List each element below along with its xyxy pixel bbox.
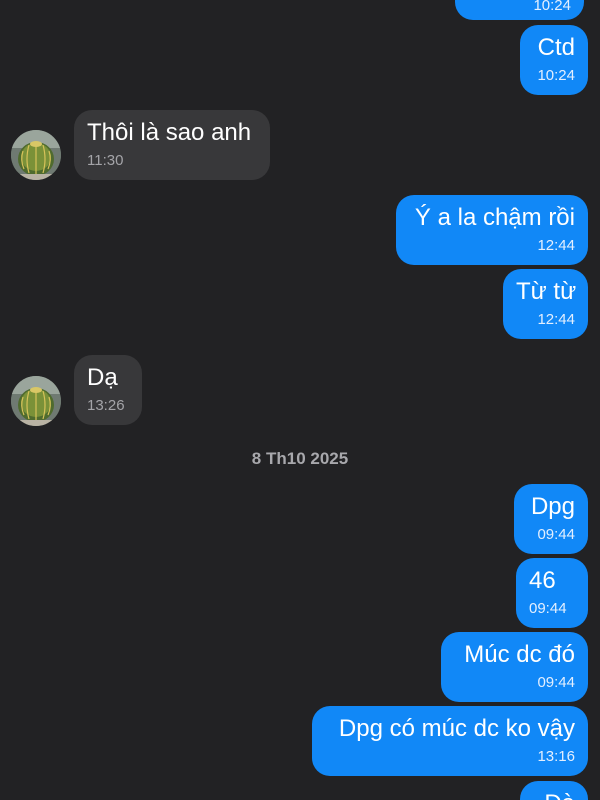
cactus-avatar-icon (11, 130, 61, 180)
cactus-avatar-icon (11, 376, 61, 426)
message-text: Dpg có múc dc ko vậy (338, 715, 575, 742)
message-text: 46 (529, 567, 556, 594)
outgoing-message[interactable]: Ctd 10:24 (520, 25, 588, 95)
outgoing-message[interactable]: Từ từ 12:44 (503, 269, 588, 339)
message-time: 10:24 (537, 67, 575, 84)
message-text: Ctd (537, 34, 575, 61)
message-text: Múc dc đó (464, 641, 575, 668)
message-time: 11:30 (87, 152, 124, 169)
contact-avatar[interactable] (11, 130, 61, 180)
message-text: Dà (533, 789, 575, 800)
message-time: 09:44 (537, 674, 575, 691)
message-text: Thôi là sao anh (87, 119, 252, 146)
message-time: 12:44 (537, 237, 575, 254)
outgoing-message[interactable]: Dpg có múc dc ko vậy 13:16 (312, 706, 588, 776)
outgoing-message[interactable]: Dà (520, 781, 588, 800)
incoming-message[interactable]: Dạ 13:26 (74, 355, 142, 425)
date-separator: 8 Th10 2025 (251, 449, 349, 468)
message-time: 12:44 (537, 311, 575, 328)
message-text: Từ từ (516, 278, 577, 305)
message-text: Ý a la chậm rồi (414, 204, 575, 231)
outgoing-message[interactable]: 10:24 (455, 0, 584, 20)
chat-thread[interactable]: 10:24 Ctd 10:24 Thôi là sao anh 11:30 Ý … (0, 0, 600, 800)
incoming-message[interactable]: Thôi là sao anh 11:30 (74, 110, 270, 180)
contact-avatar[interactable] (11, 376, 61, 426)
message-text: Dpg (530, 493, 575, 520)
message-time: 09:44 (537, 526, 575, 543)
message-time: 13:26 (87, 397, 125, 414)
outgoing-message[interactable]: Múc dc đó 09:44 (441, 632, 588, 702)
outgoing-message[interactable]: Ý a la chậm rồi 12:44 (396, 195, 588, 265)
message-time: 09:44 (529, 600, 567, 617)
outgoing-message[interactable]: Dpg 09:44 (514, 484, 588, 554)
outgoing-message[interactable]: 46 09:44 (516, 558, 588, 628)
message-time: 10:24 (533, 0, 571, 14)
message-text: Dạ (87, 364, 118, 391)
message-time: 13:16 (537, 748, 575, 765)
